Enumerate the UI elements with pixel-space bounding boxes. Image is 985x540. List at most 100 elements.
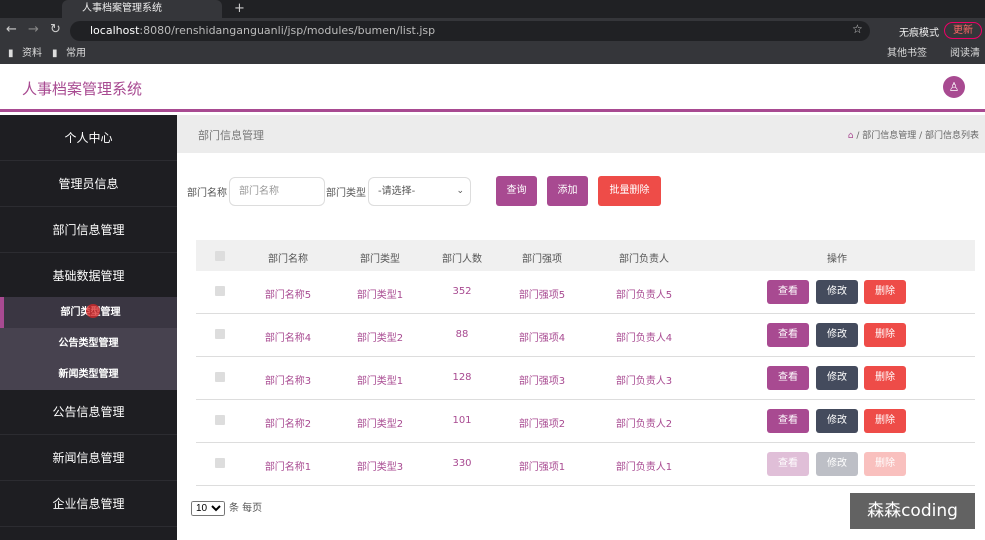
cell-strength: 部门强项1 — [518, 462, 566, 473]
url-host: localhost — [90, 24, 140, 37]
back-icon[interactable]: ← — [6, 22, 17, 37]
cell-type: 部门类型3 — [356, 462, 404, 473]
delete-button[interactable]: 删除 — [864, 366, 906, 390]
department-type-value: -请选择- — [378, 186, 416, 197]
cell-name: 部门名称4 — [264, 333, 312, 344]
query-button[interactable]: 查询 — [496, 176, 537, 206]
sidebar-subitem-notice-type[interactable]: 公告类型管理 — [0, 328, 177, 359]
cell-type: 部门类型1 — [356, 290, 404, 301]
cell-name: 部门名称2 — [264, 419, 312, 430]
sidebar: 个人中心 管理员信息 部门信息管理 基础数据管理 部门类型管理 公告类型管理 新… — [0, 115, 177, 540]
edit-button[interactable]: 修改 — [816, 452, 858, 476]
cell-count: 88 — [455, 329, 469, 340]
cell-name: 部门名称1 — [264, 462, 312, 473]
cell-type: 部门类型2 — [356, 419, 404, 430]
home-icon[interactable]: ⌂ — [848, 131, 854, 141]
column-header: 部门负责人 — [619, 254, 669, 265]
table-row: 部门名称4 部门类型2 88 部门强项4 部门负责人4 查看 修改 删除 — [196, 314, 975, 357]
row-checkbox[interactable] — [215, 286, 225, 296]
batch-delete-button[interactable]: 批量删除 — [598, 176, 661, 206]
cell-leader: 部门负责人2 — [615, 419, 673, 430]
department-name-label: 部门名称 — [187, 188, 227, 199]
reload-icon[interactable]: ↻ — [50, 22, 61, 37]
update-button[interactable]: 更新 — [944, 22, 982, 39]
edit-button[interactable]: 修改 — [816, 366, 858, 390]
department-name-input[interactable]: 部门名称 — [229, 177, 325, 206]
sidebar-subitem-news-type[interactable]: 新闻类型管理 — [0, 359, 177, 390]
view-button[interactable]: 查看 — [767, 323, 809, 347]
bookmark-folder-icon: ▮ — [8, 48, 14, 59]
new-tab-icon[interactable]: + — [234, 1, 245, 16]
table-row: 部门名称2 部门类型2 101 部门强项2 部门负责人2 查看 修改 删除 — [196, 400, 975, 443]
pagination: 10 条 每页 — [191, 499, 262, 516]
watermark: 森森coding — [850, 493, 975, 529]
cell-count: 330 — [452, 458, 472, 469]
row-checkbox[interactable] — [215, 329, 225, 339]
app-header: 人事档案管理系统 ♙ — [0, 64, 985, 112]
sidebar-item-personal-center[interactable]: 个人中心 — [0, 115, 177, 161]
sidebar-item-department[interactable]: 部门信息管理 — [0, 207, 177, 253]
sidebar-item-company-info[interactable]: 企业信息管理 — [0, 481, 177, 527]
browser-toolbar: ← → ↻ localhost:8080/renshidanganguanli/… — [0, 18, 985, 44]
select-all-checkbox[interactable] — [215, 251, 225, 261]
bookmark-folder-icon: ▮ — [52, 48, 58, 59]
sidebar-item-notice-info[interactable]: 公告信息管理 — [0, 389, 177, 435]
delete-button[interactable]: 删除 — [864, 280, 906, 304]
bookmark-item[interactable]: 常用 — [66, 44, 86, 64]
cell-name: 部门名称3 — [264, 376, 312, 387]
app-title: 人事档案管理系统 — [22, 80, 143, 98]
cell-type: 部门类型1 — [356, 376, 404, 387]
bookmark-item[interactable]: 其他书签 — [887, 44, 927, 64]
sidebar-item-news-info[interactable]: 新闻信息管理 — [0, 435, 177, 481]
url-path: :8080/renshidanganguanli/jsp/modules/bum… — [139, 24, 436, 37]
page-size-select[interactable]: 10 — [191, 501, 225, 516]
cell-leader: 部门负责人1 — [615, 462, 673, 473]
edit-button[interactable]: 修改 — [816, 280, 858, 304]
column-header: 部门类型 — [360, 254, 400, 265]
address-bar[interactable]: localhost:8080/renshidanganguanli/jsp/mo… — [70, 21, 870, 41]
incognito-label: 无痕模式 — [899, 28, 939, 39]
cell-count: 352 — [452, 286, 472, 297]
breadcrumb-bar: 部门信息管理 ⌂ / 部门信息管理 / 部门信息列表 — [177, 115, 985, 153]
column-header: 部门名称 — [268, 254, 308, 265]
row-checkbox[interactable] — [215, 415, 225, 425]
cursor-highlight — [86, 304, 100, 318]
department-type-select[interactable]: -请选择- ⌄ — [368, 177, 471, 206]
cell-leader: 部门负责人3 — [615, 376, 673, 387]
forward-icon[interactable]: → — [28, 22, 39, 37]
cell-strength: 部门强项4 — [518, 333, 566, 344]
view-button[interactable]: 查看 — [767, 280, 809, 304]
star-icon[interactable]: ☆ — [852, 22, 863, 36]
browser-tab-bar: 人事档案管理系统 + — [0, 0, 985, 18]
cell-leader: 部门负责人4 — [615, 333, 673, 344]
table-row: 部门名称5 部门类型1 352 部门强项5 部门负责人5 查看 修改 删除 — [196, 271, 975, 314]
tab-title: 人事档案管理系统 — [82, 3, 162, 14]
delete-button[interactable]: 删除 — [864, 409, 906, 433]
cell-type: 部门类型2 — [356, 333, 404, 344]
cell-strength: 部门强项2 — [518, 419, 566, 430]
row-checkbox[interactable] — [215, 372, 225, 382]
cell-name: 部门名称5 — [264, 290, 312, 301]
view-button[interactable]: 查看 — [767, 452, 809, 476]
column-header: 部门强项 — [522, 254, 562, 265]
delete-button[interactable]: 删除 — [864, 323, 906, 347]
breadcrumb: ⌂ / 部门信息管理 / 部门信息列表 — [848, 128, 979, 141]
bookmark-item[interactable]: 资料 — [22, 44, 42, 64]
sidebar-item-admin-info[interactable]: 管理员信息 — [0, 161, 177, 207]
view-button[interactable]: 查看 — [767, 409, 809, 433]
table-row: 部门名称3 部门类型1 128 部门强项3 部门负责人3 查看 修改 删除 — [196, 357, 975, 400]
edit-button[interactable]: 修改 — [816, 323, 858, 347]
sidebar-item-base-data[interactable]: 基础数据管理 — [0, 253, 177, 299]
edit-button[interactable]: 修改 — [816, 409, 858, 433]
cell-leader: 部门负责人5 — [615, 290, 673, 301]
add-button[interactable]: 添加 — [547, 176, 588, 206]
user-avatar-icon[interactable]: ♙ — [943, 76, 965, 98]
browser-tab[interactable]: 人事档案管理系统 — [62, 0, 222, 18]
delete-button[interactable]: 删除 — [864, 452, 906, 476]
row-checkbox[interactable] — [215, 458, 225, 468]
per-page-label: 条 每页 — [229, 503, 263, 514]
department-type-label: 部门类型 — [326, 188, 366, 199]
bookmarks-bar: ▮ 资料 ▮ 常用 其他书签 阅读清单 — [0, 44, 985, 79]
page-title: 部门信息管理 — [198, 129, 264, 142]
view-button[interactable]: 查看 — [767, 366, 809, 390]
